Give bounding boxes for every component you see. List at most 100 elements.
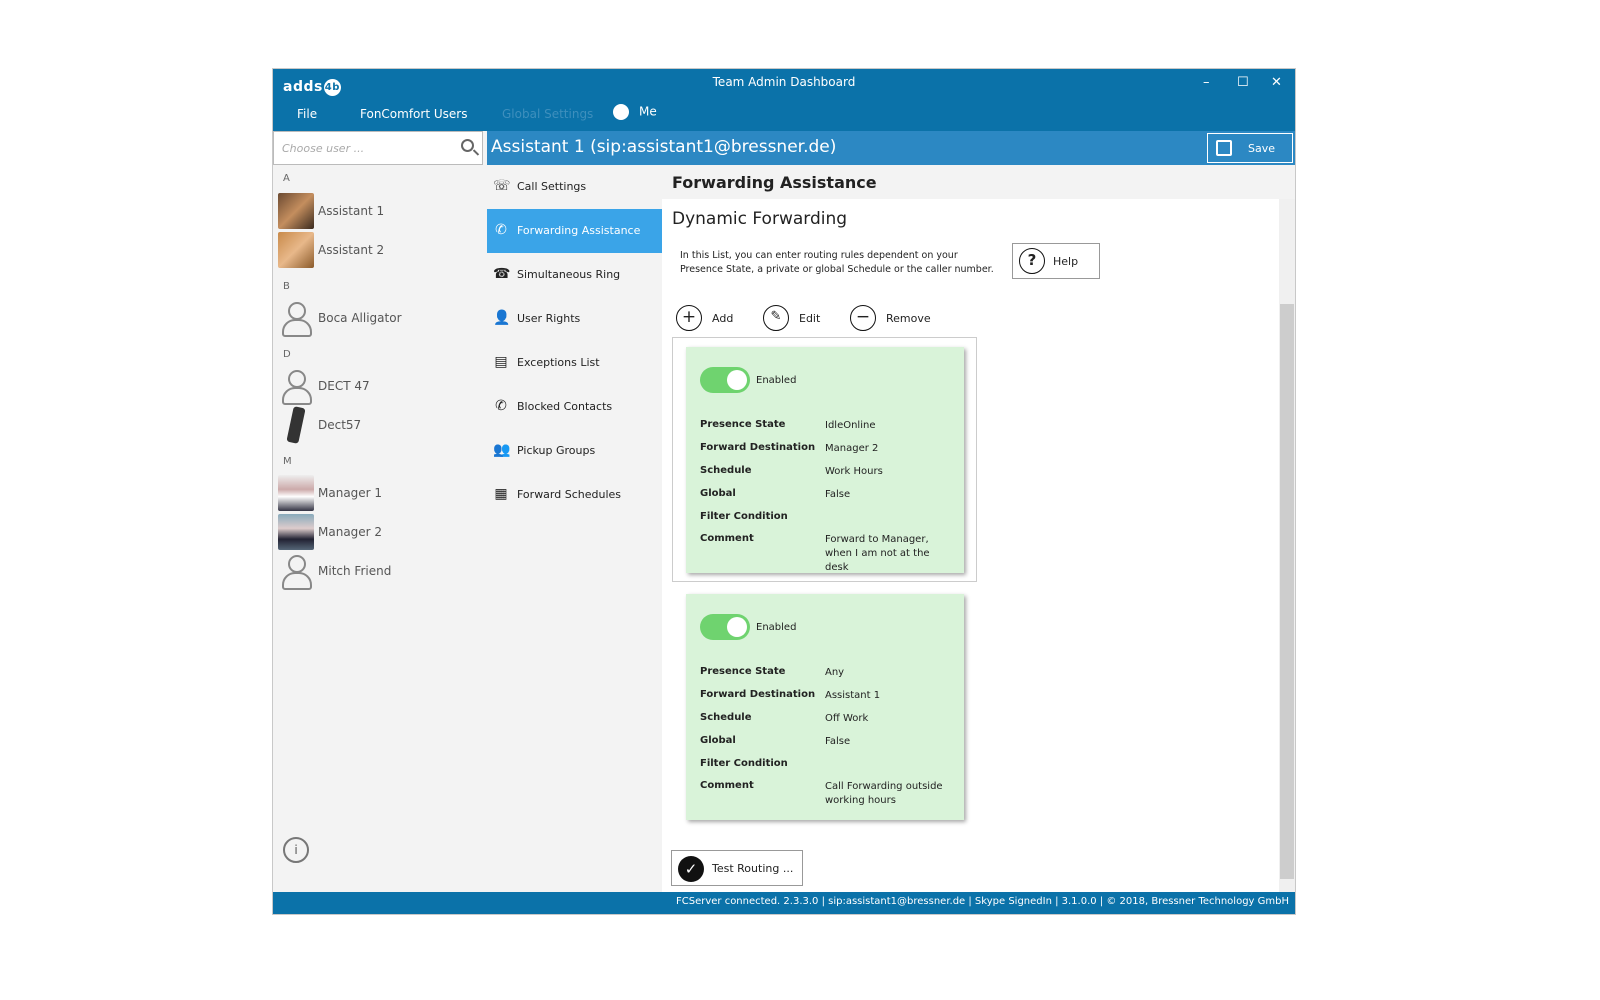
nav-label: Exceptions List (517, 356, 600, 369)
scrollbar-thumb[interactable] (1280, 304, 1294, 879)
user-name: Assistant 2 (318, 243, 385, 257)
user-item[interactable]: Assistant 1 (278, 193, 478, 229)
menu-file[interactable]: File (297, 107, 317, 121)
group-letter: D (283, 349, 291, 360)
avatar (278, 232, 314, 268)
save-icon (1216, 140, 1232, 156)
user-name: Dect57 (318, 418, 362, 432)
field-label: Comment (700, 533, 754, 544)
user-name: Boca Alligator (318, 311, 402, 325)
avatar (278, 300, 314, 337)
rule-card[interactable]: Enabled Presence State Any Forward Destin… (686, 594, 964, 820)
forward-call-icon: ✆ (495, 222, 507, 238)
section-title: Forwarding Assistance (662, 165, 1295, 199)
help-button[interactable]: ? Help (1012, 243, 1100, 279)
field-label: Comment (700, 780, 754, 791)
nav-call-settings[interactable]: ☏ Call Settings (487, 165, 662, 209)
user-item[interactable]: Manager 2 (278, 514, 478, 550)
nav-exceptions-list[interactable]: ▤ Exceptions List (487, 341, 662, 385)
enabled-toggle[interactable] (700, 614, 750, 640)
nav-label: User Rights (517, 312, 581, 325)
plus-icon: + (676, 305, 702, 331)
comment-value: Call Forwarding outside working hours (825, 781, 943, 806)
user-rights-icon: 👤 (493, 310, 511, 326)
user-item[interactable]: Manager 1 (278, 475, 478, 511)
remove-label: Remove (886, 312, 931, 325)
user-list: A Assistant 1 Assistant 2 B Boca Alligat… (273, 165, 483, 893)
nav-blocked-contacts[interactable]: ✆ Blocked Contacts (487, 385, 662, 429)
nav-label: Blocked Contacts (517, 400, 613, 413)
menu-global-settings: Global Settings (502, 107, 594, 121)
enabled-toggle[interactable] (700, 367, 750, 393)
user-search-input[interactable]: Choose user ... (273, 131, 483, 165)
nav-pickup-groups[interactable]: 👥 Pickup Groups (487, 429, 662, 473)
user-name: Assistant 1 (318, 204, 385, 218)
user-name: Manager 2 (318, 525, 383, 539)
field-label: Forward Destination (700, 689, 816, 700)
remove-button[interactable]: − Remove (850, 305, 931, 333)
presence-value: IdleOnline (825, 420, 876, 431)
subtitle: Dynamic Forwarding (672, 209, 848, 229)
user-name: DECT 47 (318, 379, 370, 393)
avatar (278, 514, 314, 550)
save-label: Save (1248, 142, 1276, 155)
global-value: False (825, 736, 851, 747)
nav-label: Simultaneous Ring (517, 268, 621, 281)
settings-nav: ☏ Call Settings ✆ Forwarding Assistance ☎ S… (487, 165, 662, 893)
user-item[interactable]: Assistant 2 (278, 232, 478, 268)
nav-label: Forward Schedules (517, 488, 622, 501)
presence-value: Any (825, 667, 845, 678)
avatar (278, 475, 314, 511)
help-label: Help (1053, 255, 1079, 268)
avatar (278, 368, 314, 405)
enabled-label: Enabled (756, 375, 797, 386)
main-panel: Forwarding Assistance Dynamic Forwarding… (662, 165, 1295, 893)
group-letter: B (283, 281, 290, 292)
test-routing-label: Test Routing ... (712, 862, 794, 875)
search-icon[interactable] (461, 139, 474, 152)
app-window: adds 4b Team Admin Dashboard – ☐ ✕ File F… (272, 68, 1296, 915)
group-letter: M (283, 456, 292, 467)
schedule-value: Work Hours (825, 466, 883, 477)
edit-button[interactable]: ✎ Edit (763, 305, 820, 333)
close-button[interactable]: ✕ (1271, 75, 1282, 90)
window-title: Team Admin Dashboard (712, 75, 856, 89)
nav-forwarding-assistance[interactable]: ✆ Forwarding Assistance (487, 209, 662, 253)
phone-avatar (286, 406, 306, 444)
avatar (278, 193, 314, 229)
field-label: Filter Condition (700, 511, 788, 522)
user-item[interactable]: Mitch Friend (278, 553, 478, 590)
info-icon[interactable]: i (283, 837, 309, 863)
pencil-icon: ✎ (763, 305, 789, 331)
save-button[interactable]: Save (1207, 133, 1293, 163)
global-value: False (825, 489, 851, 500)
check-icon: ✓ (678, 856, 704, 882)
comment-value: Forward to Manager, when I am not at the… (825, 534, 930, 573)
nav-label: Forwarding Assistance (517, 224, 641, 237)
nav-label: Pickup Groups (517, 444, 596, 457)
menu-me[interactable]: Me (613, 104, 657, 120)
vertical-scrollbar[interactable] (1279, 199, 1295, 893)
field-label: Presence State (700, 666, 786, 677)
group-icon: 👥 (493, 442, 511, 458)
maximize-button[interactable]: ☐ (1237, 75, 1249, 90)
nav-simultaneous-ring[interactable]: ☎ Simultaneous Ring (487, 253, 662, 297)
field-label: Schedule (700, 712, 752, 723)
search-placeholder: Choose user ... (282, 142, 365, 155)
add-button[interactable]: + Add (676, 305, 733, 333)
menu-foncomfort-users[interactable]: FonComfort Users (360, 107, 467, 121)
nav-user-rights[interactable]: 👤 User Rights (487, 297, 662, 341)
field-label: Forward Destination (700, 442, 816, 453)
user-item[interactable]: DECT 47 (278, 368, 478, 405)
menu-me-label: Me (639, 104, 657, 119)
rule-card[interactable]: Enabled Presence State IdleOnline Forward… (686, 347, 964, 573)
nav-forward-schedules[interactable]: ▦ Forward Schedules (487, 473, 662, 517)
status-bar: FCServer connected. 2.3.3.0 | sip:assist… (273, 892, 1295, 914)
group-letter: A (283, 173, 290, 184)
test-routing-button[interactable]: ✓ Test Routing ... (671, 850, 803, 886)
minimize-button[interactable]: – (1203, 75, 1210, 90)
nav-label: Call Settings (517, 180, 587, 193)
user-item[interactable]: Dect57 (278, 406, 478, 444)
user-item[interactable]: Boca Alligator (278, 300, 478, 337)
field-label: Filter Condition (700, 758, 788, 769)
